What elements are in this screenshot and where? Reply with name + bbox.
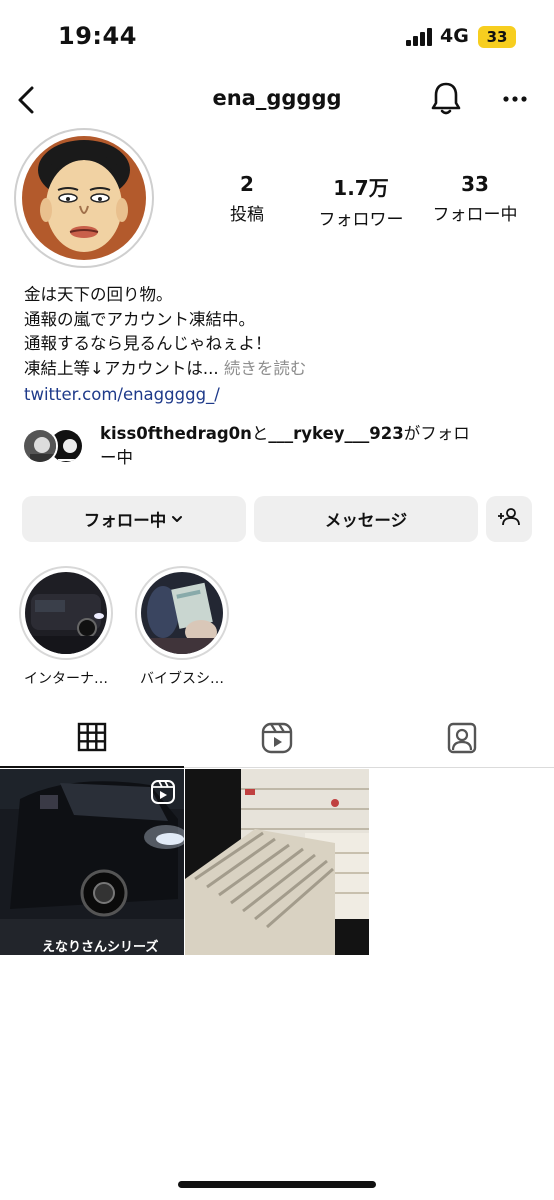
post-thumbnail[interactable]: えなりさんシリーズ bbox=[0, 769, 184, 955]
followed-by[interactable]: kiss0fthedrag0nと___rykey___923がフォロー中 bbox=[22, 422, 532, 472]
stat-followers[interactable]: 1.7万 フォロワー bbox=[306, 172, 416, 230]
highlight-ring bbox=[19, 566, 113, 660]
mutual-username[interactable]: ___rykey___923 bbox=[268, 424, 403, 443]
tab-reels[interactable] bbox=[185, 712, 369, 768]
bio-link[interactable]: twitter.com/enaggggg_/ bbox=[24, 383, 524, 408]
message-button[interactable]: メッセージ bbox=[254, 496, 478, 542]
stat-posts[interactable]: 2 投稿 bbox=[212, 172, 282, 225]
grid-icon bbox=[76, 721, 108, 757]
post-thumbnail[interactable] bbox=[185, 769, 369, 955]
stat-label: フォロー中 bbox=[432, 205, 518, 225]
reel-icon bbox=[150, 779, 176, 805]
message-button-label: メッセージ bbox=[324, 511, 408, 530]
chevron-down-icon bbox=[170, 511, 184, 530]
bio-line-text: 凍結上等↓アカウントは... bbox=[24, 358, 219, 378]
tagged-icon bbox=[445, 721, 479, 759]
network-label: 4G bbox=[440, 25, 469, 47]
profile-bio: 金は天下の回り物。 通報の嵐でアカウント凍結中。 通報するなら見るんじゃねぇよ！… bbox=[24, 283, 524, 408]
avatar[interactable] bbox=[22, 136, 146, 260]
highlight-ring bbox=[135, 566, 229, 660]
bio-line: 通報の嵐でアカウント凍結中。 bbox=[24, 309, 255, 329]
stat-label: 投稿 bbox=[230, 205, 264, 225]
highlight-thumbnail bbox=[141, 572, 223, 654]
status-bar: 19:44 4G 33 bbox=[0, 0, 554, 72]
page-title: ena_ggggg bbox=[212, 86, 342, 110]
stat-value: 33 bbox=[461, 172, 489, 196]
stat-following[interactable]: 33 フォロー中 bbox=[424, 172, 526, 225]
mutual-avatar bbox=[22, 428, 58, 464]
joiner-text: と bbox=[251, 424, 269, 443]
tab-tagged[interactable] bbox=[370, 712, 554, 768]
bio-line: 金は天下の回り物。 bbox=[24, 285, 173, 304]
profile-header: ena_ggggg bbox=[0, 72, 554, 128]
bio-line: 通報するなら見るんじゃねぇよ！ bbox=[24, 334, 272, 353]
add-user-button[interactable] bbox=[486, 496, 532, 542]
suffix-text: ー中 bbox=[100, 448, 133, 467]
home-indicator[interactable] bbox=[178, 1181, 376, 1188]
read-more-link[interactable]: 続きを読む bbox=[224, 359, 307, 378]
stat-value: 1.7万 bbox=[333, 176, 389, 200]
highlight-thumbnail bbox=[25, 572, 107, 654]
story-highlight[interactable]: インターナ… bbox=[17, 566, 115, 688]
suffix-text: がフォロ bbox=[403, 424, 470, 443]
tab-posts-grid[interactable] bbox=[0, 712, 184, 768]
more-options-icon[interactable] bbox=[496, 80, 534, 118]
following-button-label: フォロー中 bbox=[83, 511, 167, 530]
following-button[interactable]: フォロー中 bbox=[22, 496, 246, 542]
status-time: 19:44 bbox=[58, 22, 137, 50]
battery-icon: 33 bbox=[478, 26, 516, 48]
signal-icon bbox=[406, 28, 434, 46]
stat-label: フォロワー bbox=[318, 210, 404, 230]
highlight-label: バイブスシ… bbox=[140, 671, 224, 687]
reel-caption: えなりさんシリーズ bbox=[42, 940, 159, 955]
story-highlight[interactable]: バイブスシ… bbox=[133, 566, 231, 688]
highlight-label: インターナ… bbox=[24, 671, 108, 687]
bell-icon[interactable] bbox=[426, 78, 466, 118]
profile-tabs bbox=[0, 712, 554, 768]
mutual-username[interactable]: kiss0fthedrag0n bbox=[100, 424, 252, 443]
followed-by-text: kiss0fthedrag0nと___rykey___923がフォロー中 bbox=[100, 422, 536, 470]
add-user-icon bbox=[497, 505, 521, 533]
stat-value: 2 bbox=[240, 172, 254, 196]
bio-line-last: 凍結上等↓アカウントは... 続きを読む bbox=[24, 357, 524, 382]
reels-icon bbox=[260, 721, 294, 759]
